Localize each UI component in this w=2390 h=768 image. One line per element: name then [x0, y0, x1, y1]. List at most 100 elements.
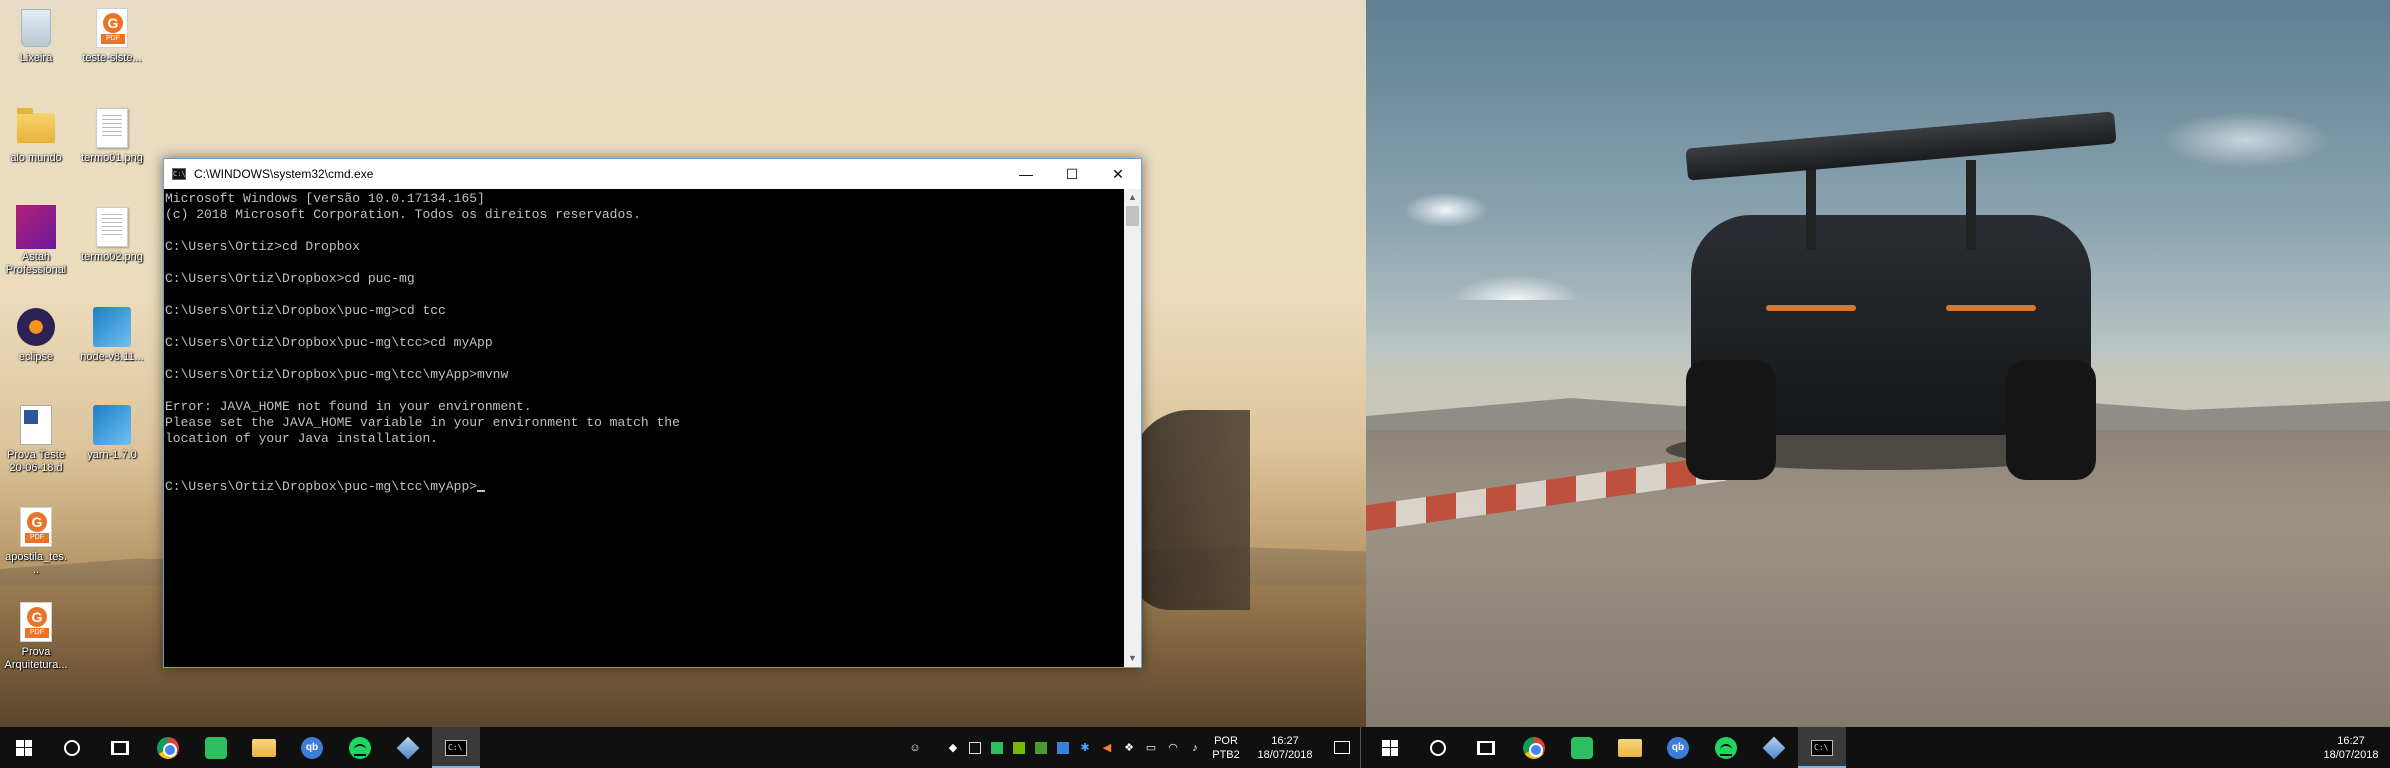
console-line: Please set the JAVA_HOME variable in you…	[165, 415, 680, 430]
maximize-button[interactable]: ☐	[1049, 159, 1095, 189]
cmd-app-icon[interactable]: C:\	[172, 168, 186, 180]
desktop-icon-label: teste-siste...	[82, 52, 142, 64]
scrollbar-thumb[interactable]	[1126, 206, 1139, 226]
desktop-icon-word-doc[interactable]: Prova Teste 20-06-18.d	[4, 403, 68, 475]
taskbar-chrome[interactable]	[144, 727, 192, 768]
desktop-icon-label: node-v8.11...	[80, 351, 144, 363]
tray-alert-icon[interactable]: ◀	[1096, 727, 1118, 768]
pdf-icon: G PDF	[96, 8, 128, 48]
scroll-down-arrow-icon[interactable]: ▼	[1124, 650, 1141, 667]
system-tray: ☺ ◆ ✱ ◀ ❖ ▭ ◠ ♪ POR PTB2 16:27 18/07/201…	[904, 727, 1366, 768]
desktop-icon-label: termo01.png	[81, 152, 143, 164]
desktop-icon-pdf-file[interactable]: G PDF teste-siste...	[80, 6, 144, 65]
cortana-button[interactable]	[1414, 727, 1462, 768]
astah-icon	[16, 205, 56, 249]
tray-nvidia-icon[interactable]	[1008, 727, 1030, 768]
desktop-icon-folder[interactable]: alo mundo	[4, 106, 68, 165]
tray-greenshot-icon[interactable]	[1030, 727, 1052, 768]
taskbar-spotify[interactable]	[336, 727, 384, 768]
tray-shield-icon[interactable]: ◆	[942, 727, 964, 768]
minimize-button[interactable]: —	[1003, 159, 1049, 189]
taskbar-secondary: qb C:\ 16:27 18/07/2018	[1366, 727, 2390, 768]
evernote-icon	[1571, 736, 1593, 759]
desktop-icon-astah[interactable]: Astah Professional	[4, 205, 68, 277]
tray-evernote-icon[interactable]	[986, 727, 1008, 768]
system-tray: 16:27 18/07/2018	[2312, 727, 2390, 768]
image-file-icon	[96, 207, 128, 247]
taskbar-clock[interactable]: 16:27 18/07/2018	[1246, 734, 1324, 762]
taskbar-evernote[interactable]	[1558, 727, 1606, 768]
console-output[interactable]: Microsoft Windows [versão 10.0.17134.165…	[164, 189, 1124, 667]
cmd-titlebar[interactable]: C:\ C:\WINDOWS\system32\cmd.exe — ☐ ✕	[164, 159, 1141, 189]
taskbar-clock[interactable]: 16:27 18/07/2018	[2312, 734, 2390, 762]
wifi-icon[interactable]: ◠	[1162, 727, 1184, 768]
desktop-icon-recycle-bin[interactable]: Lixeira	[4, 6, 68, 65]
tray-app-icon[interactable]	[964, 727, 986, 768]
people-icon[interactable]: ☺	[904, 727, 926, 768]
taskbar-cmd[interactable]: C:\	[432, 727, 480, 768]
spotify-icon	[349, 736, 371, 759]
desktop-icon-label: alo mundo	[10, 152, 62, 164]
language-code: POR	[1214, 734, 1238, 747]
desktop-icon-label: Astah Professional	[5, 251, 67, 276]
battery-icon[interactable]: ▭	[1140, 727, 1162, 768]
taskbar-evernote[interactable]	[192, 727, 240, 768]
desktop-icon-label: yarn-1.7.0	[87, 449, 137, 461]
taskbar-chrome[interactable]	[1510, 727, 1558, 768]
taskbar-qbittorrent[interactable]: qb	[1654, 727, 1702, 768]
image-file-icon	[96, 108, 128, 148]
desktop-icon-label: Lixeira	[19, 52, 53, 64]
wallpaper-taillight	[1766, 305, 1856, 311]
start-button[interactable]	[0, 727, 48, 768]
desktop-icon-label: Prova Arquitetura...	[4, 646, 68, 671]
language-indicator[interactable]: POR PTB2	[1206, 734, 1246, 762]
window-title: C:\WINDOWS\system32\cmd.exe	[194, 167, 374, 181]
dropbox-icon[interactable]: ❖	[1118, 727, 1140, 768]
taskbar-spotify[interactable]	[1702, 727, 1750, 768]
tray-display-icon[interactable]	[1052, 727, 1074, 768]
taskbar-qbittorrent[interactable]: qb	[288, 727, 336, 768]
console-line: C:\Users\Ortiz\Dropbox\puc-mg>cd tcc	[165, 303, 446, 318]
scroll-up-arrow-icon[interactable]: ▲	[1124, 189, 1141, 206]
desktop-icon-yarn-installer[interactable]: yarn-1.7.0	[80, 403, 144, 462]
chrome-icon	[1523, 736, 1545, 759]
eclipse-icon	[17, 308, 55, 346]
action-center-button[interactable]	[1324, 727, 1360, 768]
vertical-scrollbar[interactable]: ▲ ▼	[1124, 189, 1141, 667]
installer-icon	[93, 307, 131, 347]
console-line: location of your Java installation.	[165, 431, 439, 446]
recycle-bin-icon	[21, 9, 51, 47]
desktop-icon-image-file[interactable]: termo01.png	[80, 106, 144, 165]
task-view-button[interactable]	[1462, 727, 1510, 768]
taskbar-virtualbox[interactable]	[384, 727, 432, 768]
desktop-icon-image-file[interactable]: termo02.png	[80, 205, 144, 264]
start-button[interactable]	[1366, 727, 1414, 768]
desktop-icon-node-installer[interactable]: node-v8.11...	[80, 305, 144, 364]
desktop-icon-eclipse[interactable]: eclipse	[4, 305, 68, 364]
clock-time: 16:27	[1271, 734, 1299, 747]
taskbar-virtualbox[interactable]	[1750, 727, 1798, 768]
desktop-icon-pdf-file[interactable]: G PDF Prova Arquitetura...	[4, 600, 68, 672]
qbittorrent-icon: qb	[1667, 736, 1689, 759]
wallpaper-wing-strut	[1966, 160, 1976, 250]
volume-icon[interactable]: ♪	[1184, 727, 1206, 768]
text-cursor	[477, 490, 486, 492]
taskbar-file-explorer[interactable]	[240, 727, 288, 768]
task-view-icon	[1477, 740, 1495, 755]
taskbar-cmd[interactable]: C:\	[1798, 727, 1846, 768]
console-prompt-line[interactable]: C:\Users\Ortiz\Dropbox\puc-mg\tcc\myApp>	[165, 479, 1123, 495]
taskbar-file-explorer[interactable]	[1606, 727, 1654, 768]
cortana-button[interactable]	[48, 727, 96, 768]
close-button[interactable]: ✕	[1095, 159, 1141, 189]
desktop-icon-pdf-file[interactable]: G PDF apostila_tes...	[4, 505, 68, 577]
task-view-button[interactable]	[96, 727, 144, 768]
keyboard-layout: PTB2	[1212, 748, 1240, 761]
cmd-window[interactable]: C:\ C:\WINDOWS\system32\cmd.exe — ☐ ✕ Mi…	[163, 158, 1142, 668]
bluetooth-icon[interactable]: ✱	[1074, 727, 1096, 768]
virtualbox-icon	[1762, 736, 1786, 759]
